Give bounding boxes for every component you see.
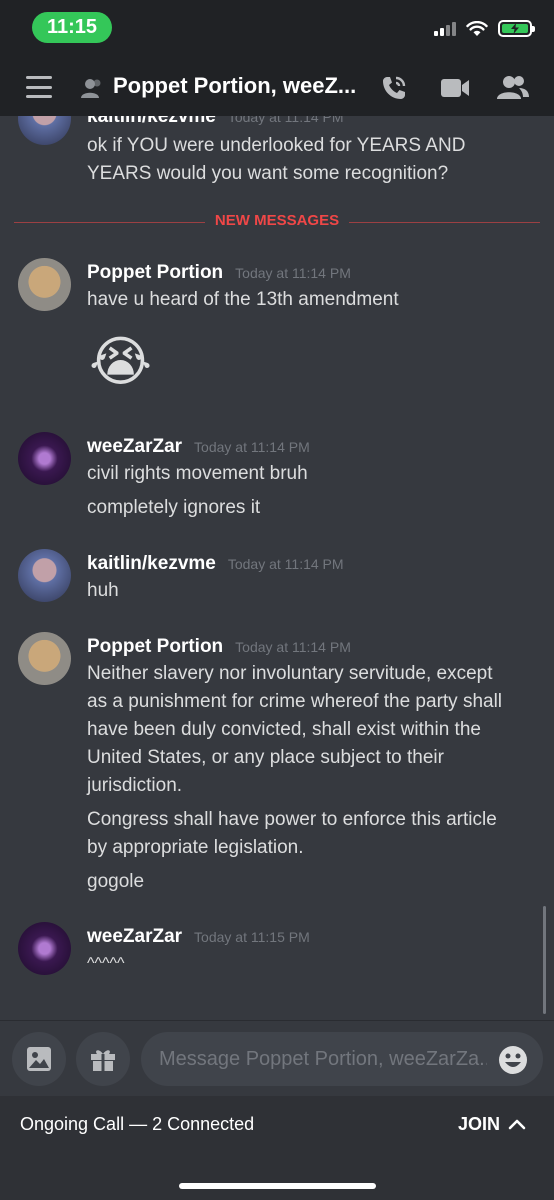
menu-button[interactable] [26,76,52,98]
message-text: Neither slavery nor involuntary servitud… [87,663,493,684]
author-name[interactable]: weeZarZar Today at 11:14 PM [87,436,310,458]
avatar[interactable] [18,549,71,602]
avatar[interactable] [18,116,71,145]
chevron-up-icon[interactable] [508,1118,526,1130]
timestamp: Today at 11:14 PM [235,265,351,281]
message-text: have u heard of the 13th amendment [87,289,399,310]
avatar[interactable] [18,432,71,485]
status-indicators [434,20,535,37]
message-text: completely ignores it [87,497,261,518]
emoji-picker-icon[interactable] [498,1045,528,1075]
author-name[interactable]: kaitlin/kezvme Today at 11:14 PM [87,553,344,575]
message-text: Congress shall have power to enforce thi… [87,809,497,830]
top-bar: 11:15 Poppet Portion, weeZ... [0,0,554,116]
timestamp: Today at 11:14 PM [227,556,344,572]
video-call-icon[interactable] [440,77,470,99]
message-text: as a punishment for crime whereof the pa… [87,691,503,712]
attach-image-button[interactable] [12,1032,66,1086]
author-name[interactable]: kaitlin/kezvme Today at 11:14 PM [87,116,344,128]
group-dm-icon [81,79,101,98]
message-text: huh [87,580,119,601]
avatar[interactable] [18,922,71,975]
image-icon [27,1047,51,1071]
message-text: jurisdiction. [87,775,183,796]
gift-icon [91,1050,115,1071]
ongoing-call-label: Ongoing Call — 2 Connected [20,1114,255,1134]
member-list-icon[interactable] [497,74,529,100]
avatar[interactable] [18,258,71,311]
message-text: have been duly convicted, shall exist wi… [87,719,481,740]
message-text: United States, or any place subject to t… [87,747,444,768]
crying-emoji: 😭 [89,332,153,392]
cellular-signal-icon [434,21,456,36]
gift-button[interactable] [76,1032,130,1086]
message-text: civil rights movement bruh [87,463,308,484]
message-text: gogole [87,871,145,892]
message-composer [0,1020,554,1096]
timestamp: Today at 11:14 PM [235,639,351,655]
new-messages-label: NEW MESSAGES [0,212,554,230]
message-list[interactable]: kaitlin/kezvme Today at 11:14 PM ok if YO… [0,116,554,1020]
timestamp: Today at 11:15 PM [194,929,310,945]
channel-title[interactable]: Poppet Portion, weeZ... [113,73,356,99]
start-call-icon[interactable] [380,74,408,102]
message-text: ^^^^^ [87,955,125,972]
author-name[interactable]: weeZarZar Today at 11:15 PM [87,926,310,948]
timestamp: Today at 11:14 PM [194,439,310,455]
channel-header: Poppet Portion, weeZ... [0,60,554,116]
home-indicator[interactable] [179,1183,376,1189]
scrollbar[interactable] [543,906,546,1014]
join-call-button[interactable]: JOIN [458,1114,500,1135]
message-text: ok if YOU were underlooked for YEARS AND [87,135,466,156]
author-name[interactable]: Poppet Portion Today at 11:14 PM [87,262,351,284]
author-name[interactable]: Poppet Portion Today at 11:14 PM [87,636,351,658]
battery-charging-icon [498,20,535,37]
avatar[interactable] [18,632,71,685]
message-text: YEARS would you want some recognition? [87,163,449,184]
message-input[interactable] [141,1032,543,1086]
wifi-icon [466,20,488,36]
status-time: 11:15 [32,12,112,43]
message-text: by appropriate legislation. [87,837,304,858]
timestamp: Today at 11:14 PM [227,116,344,125]
